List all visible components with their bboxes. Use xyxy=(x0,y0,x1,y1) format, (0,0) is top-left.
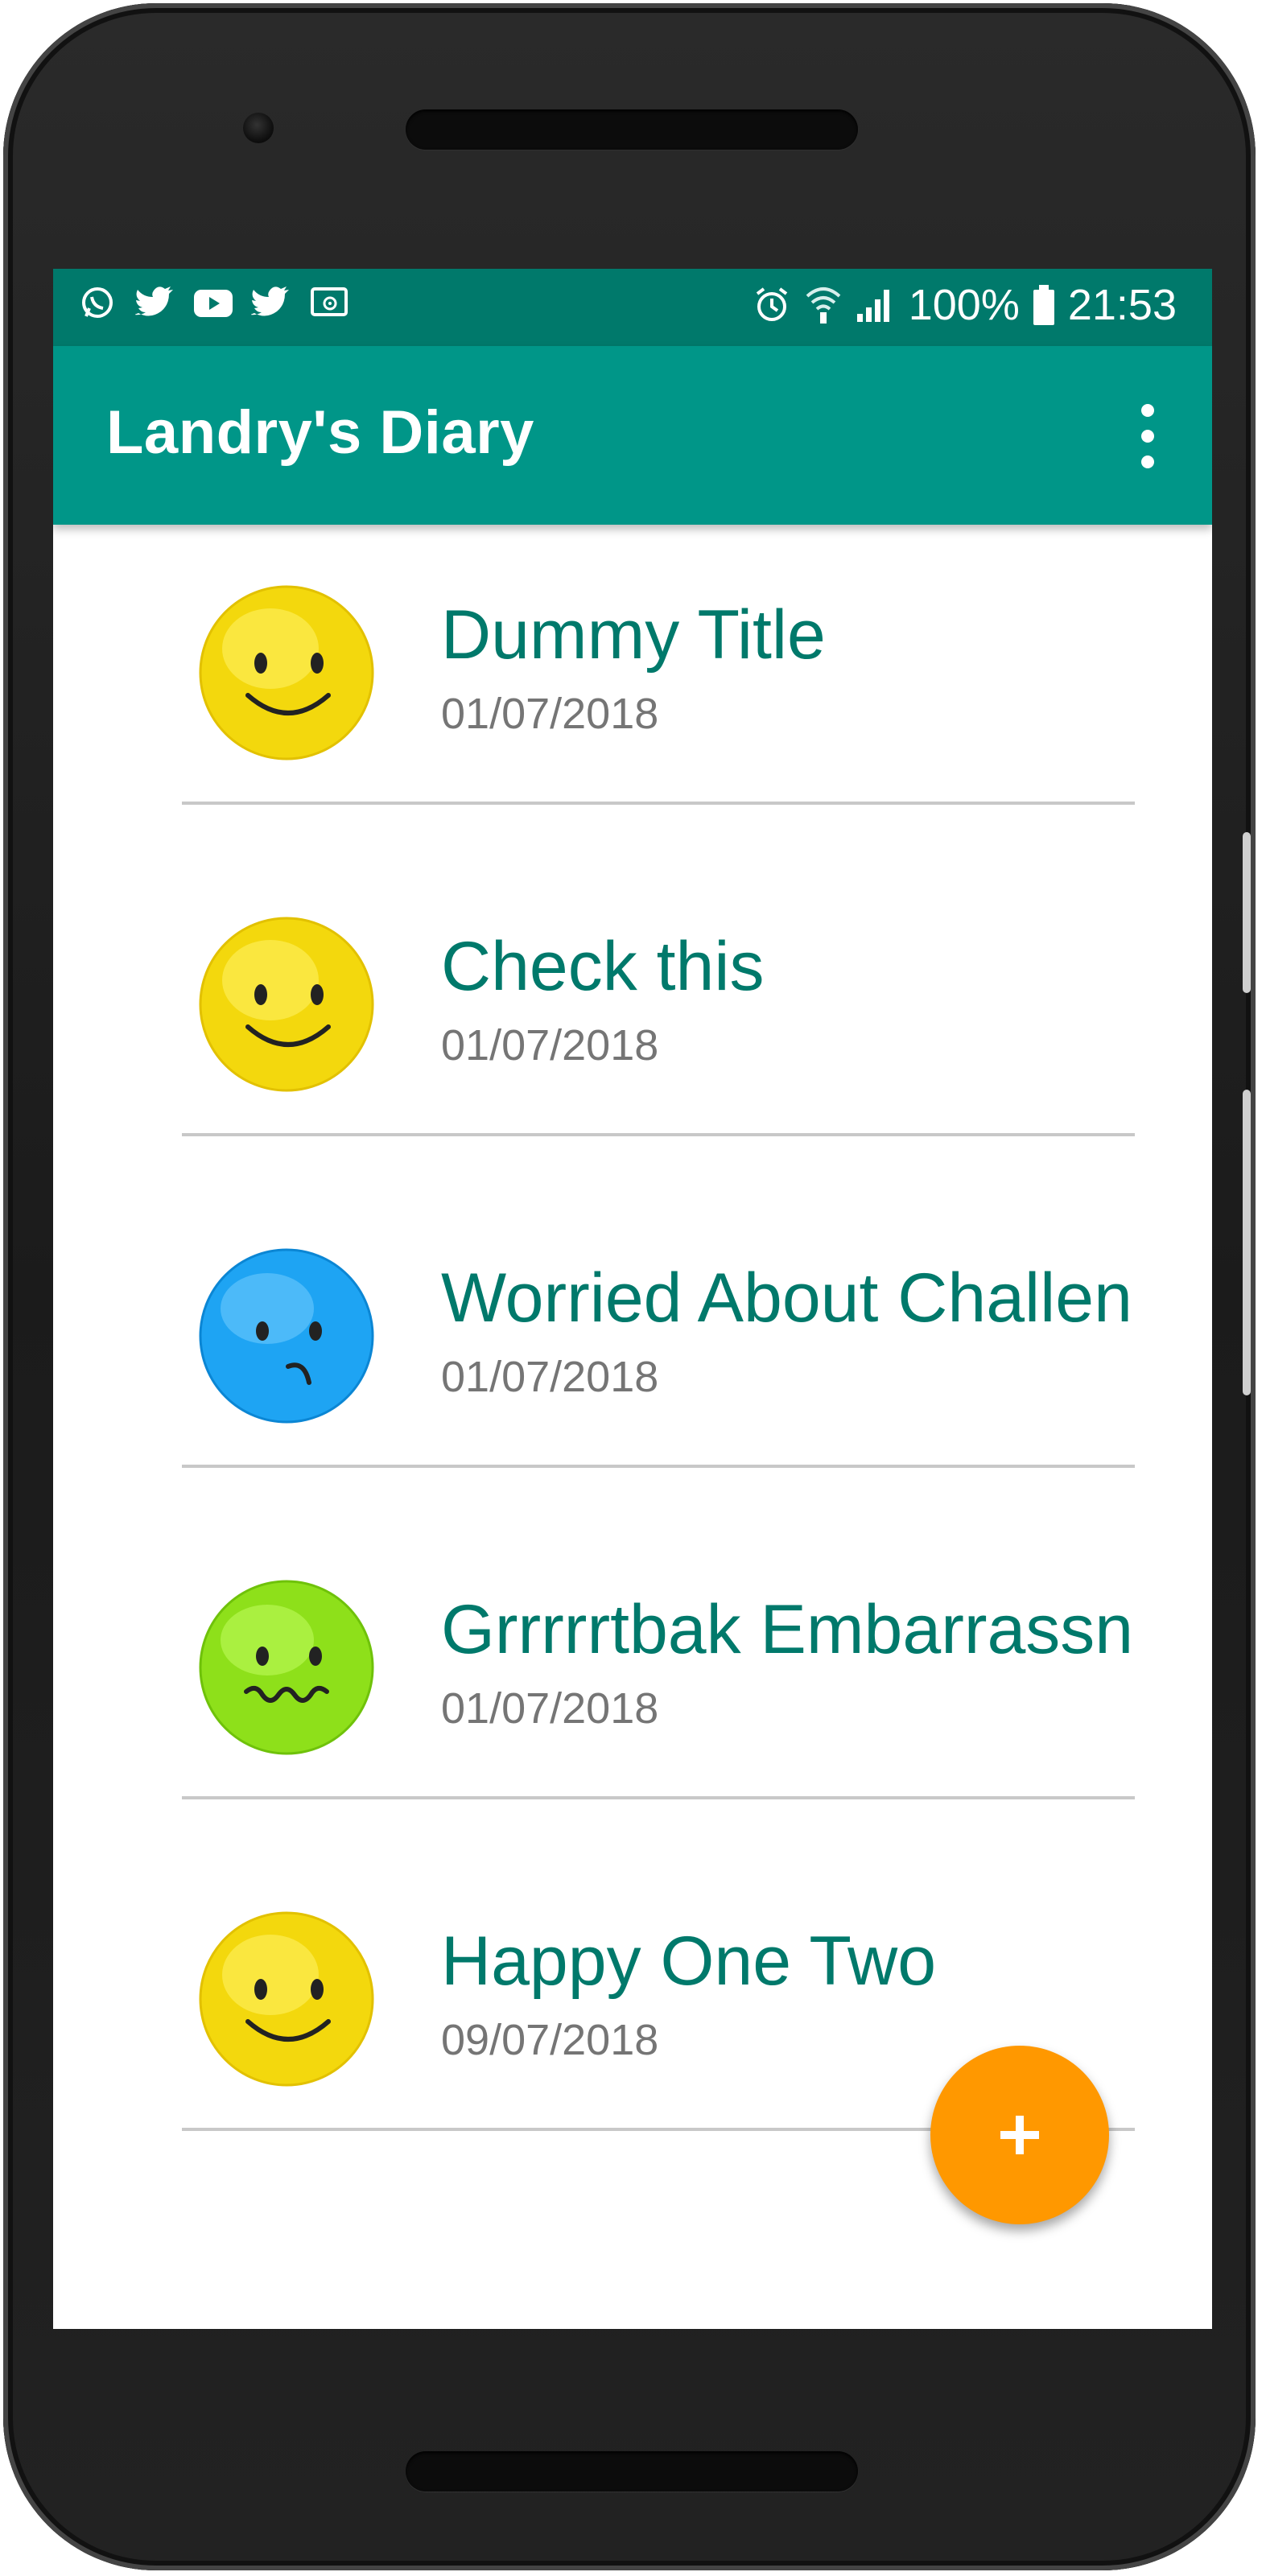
whatsapp-icon xyxy=(77,283,118,324)
happy-face-icon xyxy=(199,585,374,760)
embarrassed-face-icon xyxy=(199,1580,374,1755)
list-item[interactable]: Grrrrrtbak Embarrassn 01/07/2018 xyxy=(53,1519,1212,1857)
entry-title: Happy One Two xyxy=(441,1923,937,2000)
entry-date: 01/07/2018 xyxy=(441,1684,659,1733)
entry-date: 09/07/2018 xyxy=(441,2016,659,2064)
signal-icon xyxy=(856,290,889,322)
entry-title: Worried About Challen xyxy=(441,1259,1132,1337)
entry-title: Check this xyxy=(441,928,765,1005)
alarm-icon xyxy=(756,287,787,321)
divider xyxy=(182,1796,1135,1799)
list-item[interactable]: Dummy Title 01/07/2018 xyxy=(53,525,1212,863)
app-bar: Landry's Diary xyxy=(53,346,1212,525)
entry-date: 01/07/2018 xyxy=(441,1021,659,1070)
clock: 21:53 xyxy=(1067,281,1177,329)
front-camera xyxy=(243,113,274,143)
happy-face-icon xyxy=(199,1911,374,2087)
screen: 100% 21:53 Landry's Diary Dummy Title 01… xyxy=(53,269,1212,2329)
entry-date: 01/07/2018 xyxy=(441,690,659,738)
happy-face-icon xyxy=(199,917,374,1092)
battery-icon xyxy=(1033,285,1054,325)
list-item[interactable]: Check this 01/07/2018 xyxy=(53,856,1212,1194)
status-right: 100% 21:53 xyxy=(753,280,1177,330)
power-button xyxy=(1243,1090,1251,1395)
phone-frame: 100% 21:53 Landry's Diary Dummy Title 01… xyxy=(3,3,1256,2570)
battery-percent: 100% xyxy=(908,281,1020,329)
twitter-icon xyxy=(135,283,175,324)
worried-face-icon xyxy=(199,1248,374,1424)
plus-icon xyxy=(1000,2116,1039,2154)
wifi-icon xyxy=(806,287,841,324)
app-title: Landry's Diary xyxy=(106,398,534,467)
divider xyxy=(182,1133,1135,1136)
entry-title: Grrrrrtbak Embarrassn xyxy=(441,1591,1134,1668)
list-item[interactable]: Worried About Challen 01/07/2018 xyxy=(53,1188,1212,1526)
top-speaker xyxy=(406,109,858,150)
volume-button xyxy=(1243,832,1251,993)
bottom-speaker xyxy=(406,2451,858,2492)
notification-icons xyxy=(77,283,349,324)
status-bar: 100% 21:53 xyxy=(53,269,1212,346)
overflow-menu-icon[interactable] xyxy=(1132,404,1164,468)
entry-date: 01/07/2018 xyxy=(441,1353,659,1401)
twitter-icon xyxy=(251,283,291,324)
add-entry-button[interactable] xyxy=(930,2046,1109,2224)
divider xyxy=(182,1465,1135,1468)
divider xyxy=(182,802,1135,805)
entry-title: Dummy Title xyxy=(441,596,826,674)
cast-icon xyxy=(309,283,349,324)
youtube-icon xyxy=(193,283,233,324)
